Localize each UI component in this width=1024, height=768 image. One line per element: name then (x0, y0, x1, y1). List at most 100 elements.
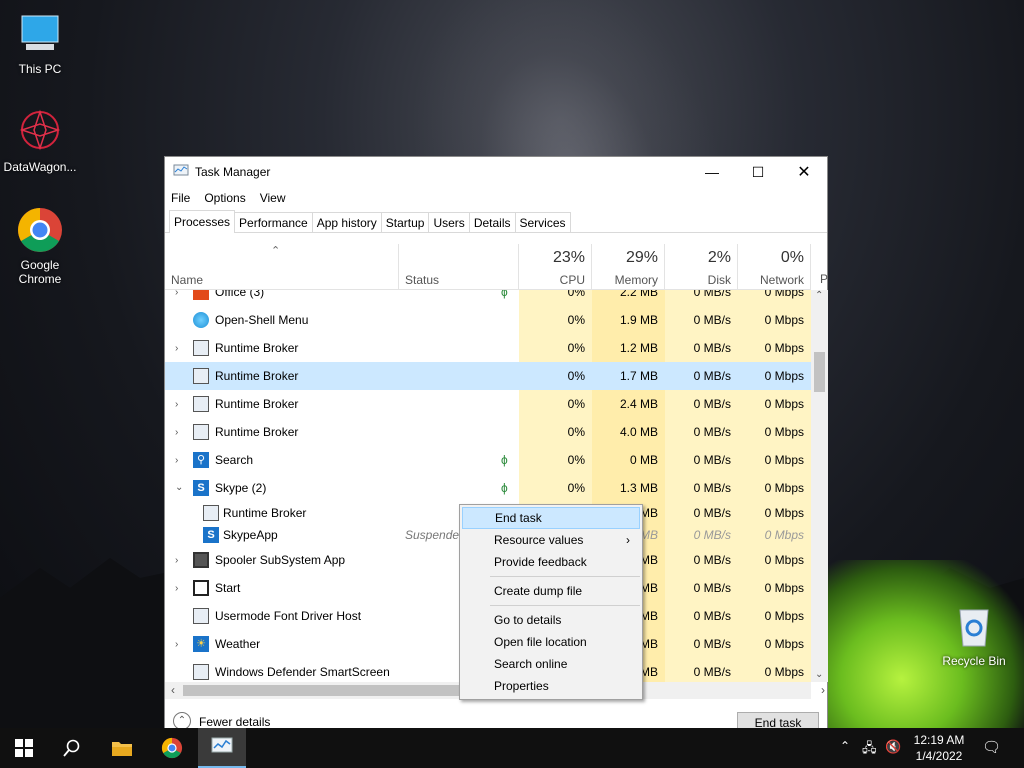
context-menu: End task Resource values › Provide feedb… (459, 504, 643, 700)
process-name: Skype (2) (215, 481, 267, 495)
column-network[interactable]: 0% Network (738, 244, 811, 290)
volume-icon[interactable]: 🔇 (885, 739, 901, 755)
chrome-taskbar-button[interactable] (148, 728, 196, 768)
search-button[interactable] (48, 728, 96, 768)
skype-icon: S (193, 480, 209, 496)
column-cpu[interactable]: 23% CPU (519, 244, 592, 290)
tab-app-history[interactable]: App history (311, 212, 382, 232)
start-button[interactable] (0, 728, 48, 768)
table-row[interactable]: › Runtime Broker 0% 2.4 MB 0 MB/s 0 Mbps (165, 390, 811, 418)
desktop-icon-label: This PC (18, 62, 62, 76)
sort-up-icon: ⌃ (271, 245, 281, 257)
office-icon (193, 290, 209, 300)
menu-bar: File Options View (165, 187, 827, 209)
menu-item-resource-values[interactable]: Resource values › (462, 529, 640, 551)
desktop-icon-label: DataWagon... (3, 160, 77, 174)
chrome-icon (161, 737, 183, 759)
search-icon: ⚲ (193, 452, 209, 468)
desktop-icon-datawagon[interactable]: DataWagon... (0, 108, 80, 174)
process-name: Usermode Font Driver Host (215, 609, 362, 623)
menu-item-search-online[interactable]: Search online (462, 653, 640, 675)
chevron-right-icon: › (175, 583, 179, 594)
scroll-left-icon[interactable]: ‹ (171, 683, 175, 697)
menu-item-open-file-location[interactable]: Open file location (462, 631, 640, 653)
window-title: Task Manager (195, 165, 271, 179)
show-hidden-icons-icon[interactable]: ⌃ (840, 739, 850, 753)
chrome-icon (16, 206, 64, 254)
menu-view[interactable]: View (260, 191, 286, 205)
menu-item-properties[interactable]: Properties (462, 675, 640, 697)
process-name: SkypeApp (223, 528, 278, 542)
process-name: Search (215, 453, 254, 467)
column-power[interactable]: P (820, 272, 828, 286)
table-row[interactable]: › Runtime Broker 0% 1.2 MB 0 MB/s 0 Mbps (165, 334, 811, 362)
menu-item-go-to-details[interactable]: Go to details (462, 609, 640, 631)
desktop-icon-recycle-bin[interactable]: Recycle Bin (934, 602, 1014, 668)
column-disk[interactable]: 2% Disk (665, 244, 738, 290)
printer-icon (193, 552, 209, 568)
network-icon[interactable]: 🖧 (862, 739, 877, 761)
scroll-up-icon[interactable]: ⌃ (815, 290, 823, 301)
table-row[interactable]: › Runtime Broker 0% 4.0 MB 0 MB/s 0 Mbps (165, 418, 811, 446)
menu-options[interactable]: Options (204, 191, 245, 205)
tab-details[interactable]: Details (468, 212, 516, 232)
title-bar[interactable]: Task Manager — ☐ ✕ (165, 157, 827, 187)
column-memory[interactable]: 29% Memory (592, 244, 665, 290)
menu-separator (490, 576, 640, 577)
taskbar: ⌃ 🖧 🔇 12:19 AM 1/4/2022 🗨 (0, 728, 1024, 768)
task-manager-icon (211, 737, 233, 753)
column-status[interactable]: Status (399, 244, 519, 290)
scroll-right-icon[interactable]: › (821, 683, 825, 697)
table-row[interactable]: ⌄ S Skype (2) ϕ 0% 1.3 MB 0 MB/s 0 Mbps (165, 474, 811, 502)
runtime-broker-icon (193, 396, 209, 412)
chevron-down-icon: ⌄ (175, 482, 184, 493)
table-row[interactable]: › Office (3) ϕ 0% 2.2 MB 0 MB/s 0 Mbps (165, 290, 811, 306)
table-row-selected[interactable]: Runtime Broker 0% 1.7 MB 0 MB/s 0 Mbps (165, 362, 811, 390)
menu-item-end-task[interactable]: End task (462, 507, 640, 529)
column-name[interactable]: ⌃ Name (165, 244, 399, 290)
chevron-right-icon: › (175, 639, 179, 650)
file-explorer-button[interactable] (98, 728, 146, 768)
desktop-icon-chrome[interactable]: Google Chrome (0, 206, 80, 286)
tab-services[interactable]: Services (514, 212, 571, 232)
tab-performance[interactable]: Performance (234, 212, 313, 232)
task-manager-taskbar-button[interactable] (198, 728, 246, 768)
maximize-button[interactable]: ☐ (735, 157, 781, 187)
notifications-icon[interactable]: 🗨 (982, 738, 1001, 756)
tab-processes[interactable]: Processes (169, 210, 236, 233)
menu-item-provide-feedback[interactable]: Provide feedback (462, 551, 640, 573)
table-row[interactable]: › ⚲ Search ϕ 0% 0 MB 0 MB/s 0 Mbps (165, 446, 811, 474)
menu-item-create-dump-file[interactable]: Create dump file (462, 580, 640, 602)
clock[interactable]: 12:19 AM 1/4/2022 (906, 732, 972, 764)
runtime-broker-icon (193, 424, 209, 440)
desktop-icon-this-pc[interactable]: This PC (0, 10, 80, 76)
tab-users[interactable]: Users (428, 212, 470, 232)
weather-icon: ☀ (193, 636, 209, 652)
skype-icon: S (203, 527, 219, 543)
windows-logo-icon (15, 739, 33, 757)
status-text: Suspended (405, 528, 466, 542)
open-shell-icon (193, 312, 209, 328)
task-manager-icon (173, 163, 189, 182)
menu-file[interactable]: File (171, 191, 190, 205)
table-row[interactable]: Open-Shell Menu 0% 1.9 MB 0 MB/s 0 Mbps (165, 306, 811, 334)
clock-time: 12:19 AM (913, 733, 965, 747)
scroll-thumb[interactable] (183, 685, 463, 696)
chevron-right-icon: › (175, 455, 179, 466)
minimize-button[interactable]: — (689, 157, 735, 187)
process-name: Spooler SubSystem App (215, 553, 346, 567)
tab-startup[interactable]: Startup (380, 212, 430, 232)
desktop-icon-label: Google Chrome (18, 258, 62, 286)
scroll-thumb[interactable] (814, 352, 825, 392)
folder-icon (112, 742, 132, 756)
chevron-right-icon: › (175, 427, 179, 438)
vertical-scrollbar[interactable]: ⌃ ⌄ (811, 290, 828, 682)
process-name: Windows Defender SmartScreen (215, 665, 390, 679)
chevron-right-icon: › (175, 399, 179, 410)
chevron-right-icon: › (175, 343, 179, 354)
close-button[interactable]: ✕ (781, 157, 827, 187)
datawagon-logo-icon (16, 108, 64, 156)
process-name: Office (3) (215, 290, 265, 299)
fewer-details-link[interactable]: Fewer details (199, 715, 270, 729)
scroll-down-icon[interactable]: ⌄ (815, 669, 823, 680)
